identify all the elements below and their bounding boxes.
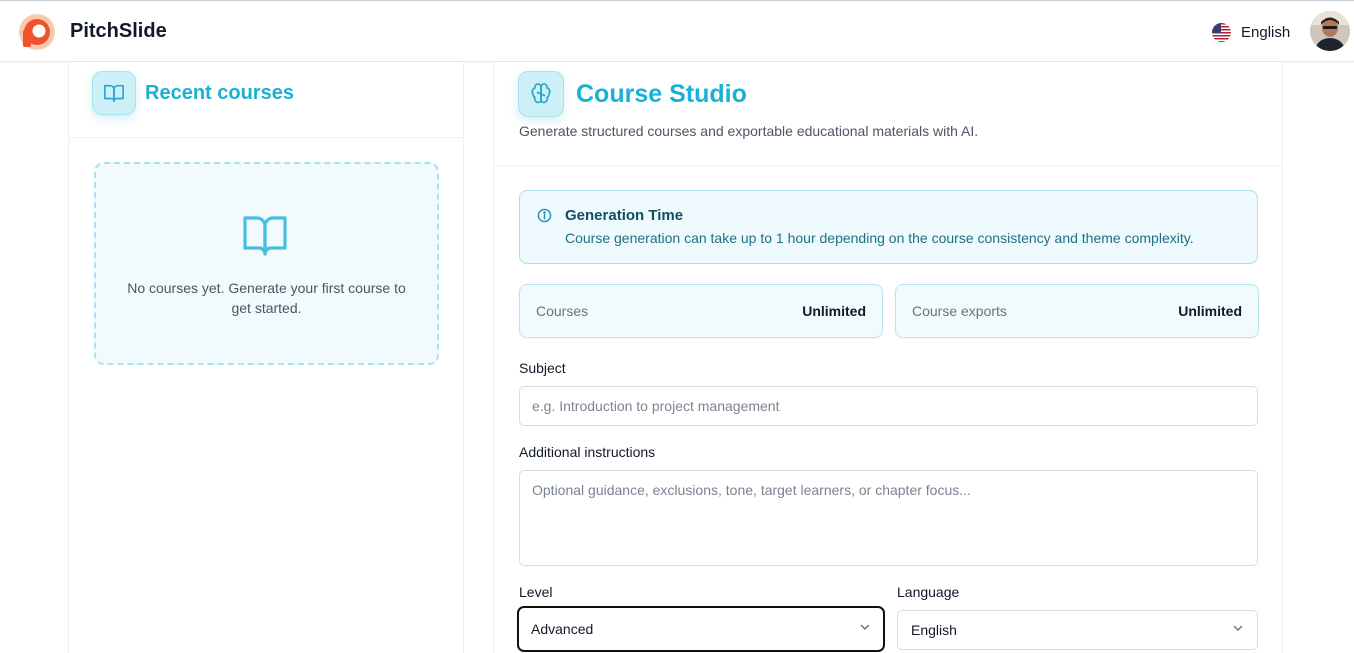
empty-courses-state: No courses yet. Generate your first cour… (94, 162, 439, 365)
additional-instructions-textarea[interactable] (519, 470, 1258, 566)
user-avatar[interactable] (1310, 11, 1350, 51)
book-open-icon (92, 71, 136, 115)
language-label: Language (897, 584, 960, 600)
additional-instructions-label: Additional instructions (519, 444, 656, 460)
us-flag-icon (1212, 22, 1231, 42)
page-title: Course Studio (576, 80, 747, 108)
pitchslide-logo-icon[interactable] (18, 13, 56, 51)
book-open-icon (241, 214, 289, 263)
recent-courses-header: Recent courses (69, 62, 463, 138)
level-selected-value: Advanced (531, 621, 594, 637)
brand-name[interactable]: PitchSlide (70, 20, 167, 43)
page-subtitle: Generate structured courses and exportab… (519, 123, 979, 139)
notice-text: Course generation can take up to 1 hour … (565, 230, 1194, 246)
course-studio-panel: Course Studio Generate structured course… (493, 62, 1283, 653)
language-selected-value: English (911, 622, 957, 638)
top-navigation-bar: PitchSlide English (0, 0, 1354, 62)
stat-label: Courses (536, 303, 589, 319)
generation-time-notice: Generation Time Course generation can ta… (519, 190, 1258, 264)
empty-courses-message: No courses yet. Generate your first cour… (127, 280, 406, 316)
level-select[interactable]: Advanced (517, 606, 885, 652)
chevron-down-icon (859, 620, 871, 638)
stat-label: Course exports (912, 303, 1007, 319)
notice-title: Generation Time (565, 207, 684, 224)
language-select[interactable]: English (897, 610, 1258, 650)
courses-stat-card: Courses Unlimited (519, 284, 883, 338)
course-studio-header: Course Studio Generate structured course… (494, 62, 1282, 166)
recent-courses-panel: Recent courses No courses yet. Generate … (68, 62, 464, 653)
info-circle-icon (537, 208, 552, 228)
subject-input[interactable] (519, 386, 1258, 426)
subject-label: Subject (519, 360, 566, 376)
stat-value: Unlimited (1178, 303, 1242, 319)
stat-value: Unlimited (802, 303, 866, 319)
course-exports-stat-card: Course exports Unlimited (895, 284, 1259, 338)
language-switcher[interactable]: English (1212, 21, 1290, 43)
recent-courses-title: Recent courses (145, 82, 294, 104)
level-label: Level (519, 584, 553, 600)
chevron-down-icon (1232, 621, 1244, 639)
language-label: English (1241, 23, 1291, 41)
brain-icon (518, 71, 564, 117)
